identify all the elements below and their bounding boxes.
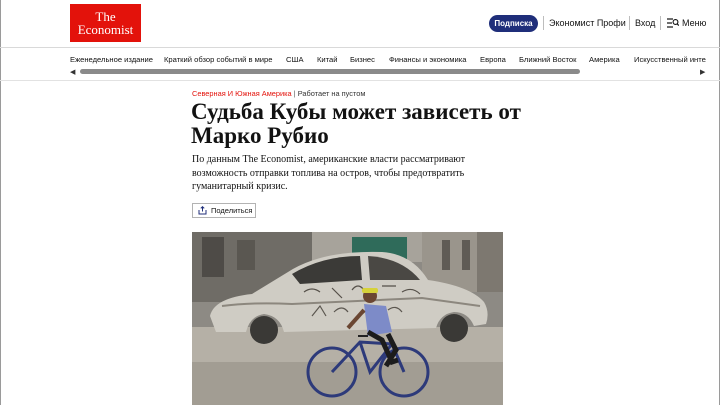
menu-link[interactable]: Меню [682, 17, 706, 29]
menu-icon[interactable] [667, 18, 679, 28]
article-photo [192, 232, 503, 405]
login-link[interactable]: Вход [635, 17, 655, 29]
nav-item-ai[interactable]: Искусственный интеллект [634, 55, 706, 64]
breadcrumb: Северная И Южная Америка | Работает на п… [192, 89, 365, 98]
nav-item-americas[interactable]: Америка [589, 55, 620, 64]
economist-logo[interactable]: The Economist [70, 4, 141, 42]
logo-line2: Economist [77, 22, 134, 37]
nav-scrollbar-thumb[interactable] [80, 69, 580, 74]
nav-item-business[interactable]: Бизнес [350, 55, 375, 64]
nav-item-middle-east[interactable]: Ближний Восток [519, 55, 576, 64]
breadcrumb-separator: | [293, 89, 296, 98]
article-tag[interactable]: Работает на пустом [298, 89, 366, 98]
share-icon [198, 206, 207, 215]
header-divider [660, 16, 661, 30]
pro-link[interactable]: Экономист Профи [549, 17, 626, 29]
nav-item-finance[interactable]: Финансы и экономика [389, 55, 466, 64]
subscribe-button[interactable]: Подписка [489, 15, 538, 32]
article-standfirst: По данным The Economist, американские вл… [192, 154, 465, 192]
nav-overflow-clip: Искусственный интеллект [634, 49, 706, 69]
nav-item-china[interactable]: Китай [317, 55, 338, 64]
share-label: Поделиться [211, 206, 253, 215]
share-button[interactable]: Поделиться [192, 203, 256, 218]
scroll-right-arrow[interactable]: ▶ [700, 68, 705, 76]
nav-item-europe[interactable]: Европа [480, 55, 506, 64]
nav-item-world-brief[interactable]: Краткий обзор событий в мире [164, 55, 273, 64]
scroll-left-arrow[interactable]: ◀ [70, 68, 75, 76]
article-headline: Судьба Кубы может зависеть от Марко Руби… [191, 99, 521, 148]
nav-divider [0, 80, 720, 81]
nav-item-weekly-edition[interactable]: Еженедельное издание [70, 55, 153, 64]
site-header: The Economist Подписка Экономист Профи В… [0, 0, 720, 48]
header-divider [629, 16, 630, 30]
nav-item-usa[interactable]: США [286, 55, 304, 64]
section-link[interactable]: Северная И Южная Америка [192, 89, 292, 98]
header-divider [543, 16, 544, 30]
